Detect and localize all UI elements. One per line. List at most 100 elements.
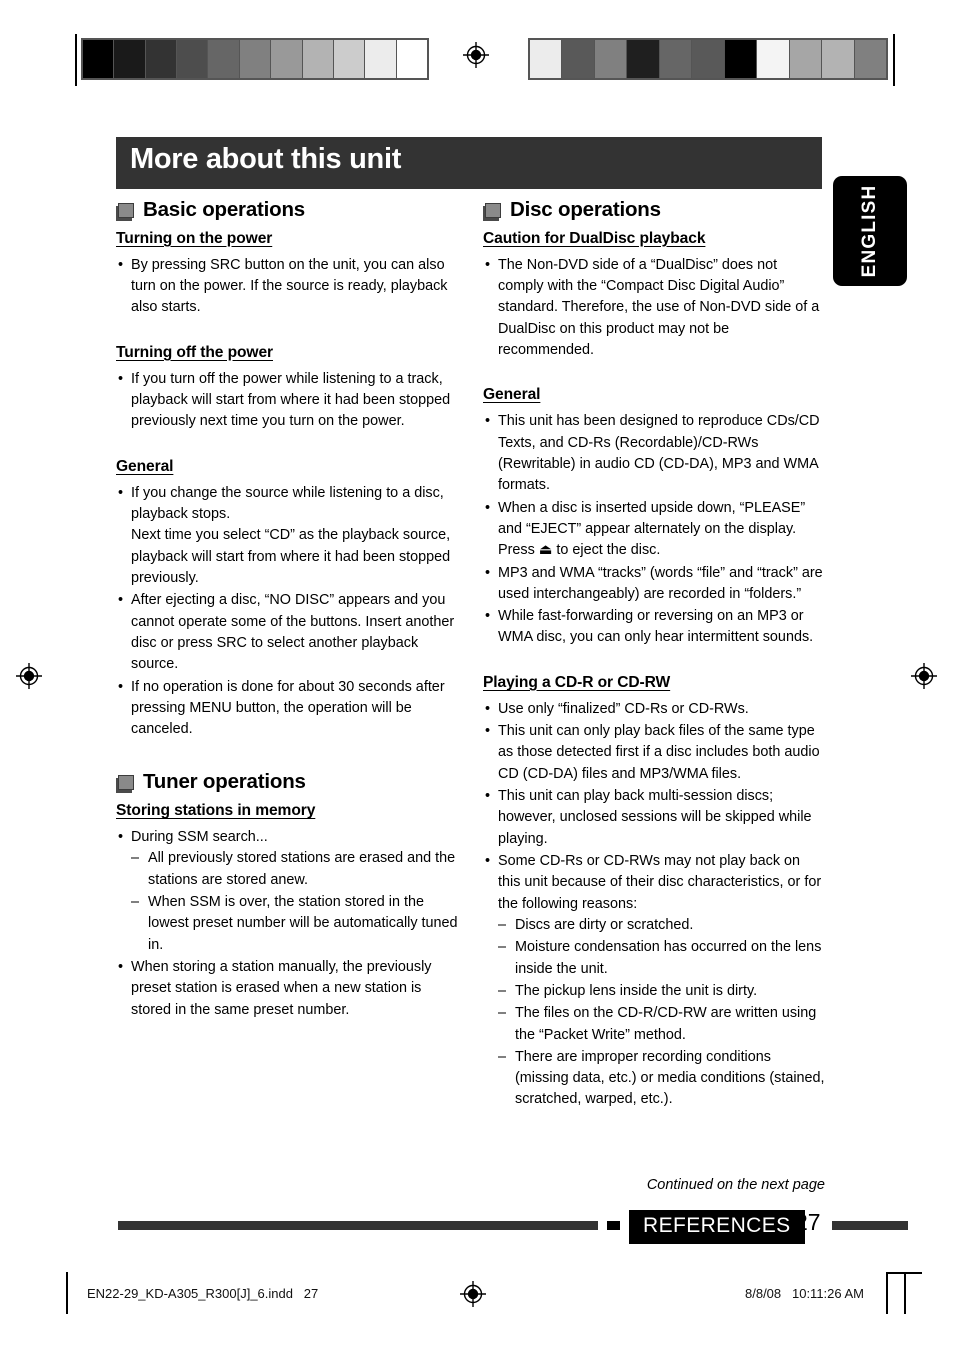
bullet-marker-icon: • xyxy=(485,413,491,430)
section-heading: Tuner operations xyxy=(116,768,458,795)
dash-marker-icon: – xyxy=(498,916,507,933)
bullet-text: By pressing SRC button on the unit, you … xyxy=(131,256,448,316)
calibration-swatch xyxy=(789,40,823,78)
bullet-list: • By pressing SRC button on the unit, you… xyxy=(116,255,458,319)
bullet-list: • The Non-DVD side of a “DualDisc” does n… xyxy=(483,255,825,362)
bullet-text: MP3 and WMA “tracks” (words “file” and “… xyxy=(498,564,823,602)
calibration-swatch xyxy=(302,40,334,78)
calibration-swatch xyxy=(757,40,790,78)
bullet-text: When storing a station manually, the pre… xyxy=(131,959,432,1018)
section-title: Tuner operations xyxy=(143,770,306,794)
calibration-swatch xyxy=(659,40,693,78)
bullet-text: If you turn off the power while listenin… xyxy=(131,370,451,430)
bullet-marker-icon: • xyxy=(485,853,491,870)
bullet-text: After ejecting a disc, “NO DISC” appears… xyxy=(131,592,455,673)
bullet-item: • If no operation is done for about 30 se… xyxy=(116,677,458,741)
sub-bullet-item: – When SSM is over, the station stored in… xyxy=(131,892,458,956)
sub-bullet-list: – All previously stored stations are eras… xyxy=(131,848,458,956)
calibration-swatch xyxy=(114,40,146,78)
calibration-swatch xyxy=(333,40,366,78)
bullet-text: This unit can only play back files of th… xyxy=(498,723,820,782)
bullet-list: • If you turn off the power while listeni… xyxy=(116,369,458,433)
registration-mark-right xyxy=(911,663,937,689)
bullet-marker-icon: • xyxy=(118,678,124,695)
calibration-swatch xyxy=(627,40,660,78)
bullet-marker-icon: • xyxy=(485,723,491,740)
dash-marker-icon: – xyxy=(498,982,507,999)
bullet-item: • By pressing SRC button on the unit, you… xyxy=(116,255,458,319)
language-side-tab-label: ENGLISH xyxy=(859,184,880,278)
bullet-item: • This unit can play back multi-session d… xyxy=(483,786,825,850)
language-side-tab: ENGLISH xyxy=(833,176,907,286)
bullet-text: The Non-DVD side of a “DualDisc” does no… xyxy=(498,256,820,358)
bullet-item: • If you change the source while listenin… xyxy=(116,483,458,590)
calibration-swatch xyxy=(822,40,855,78)
subsection-heading: Turning off the power xyxy=(116,343,273,361)
footer-section-badge: REFERENCES xyxy=(629,1210,805,1244)
continued-note: Continued on the next page xyxy=(646,1177,825,1193)
bullet-list: • Use only “finalized” CD-Rs or CD-RWs. • T… xyxy=(483,699,825,1111)
bullet-text: When a disc is inserted upside down, “PL… xyxy=(498,499,806,559)
bullet-marker-icon: • xyxy=(485,564,491,581)
dash-marker-icon: – xyxy=(131,850,140,867)
bullet-item: • Use only “finalized” CD-Rs or CD-RWs. xyxy=(483,699,825,720)
sub-bullet-item: – Discs are dirty or scratched. xyxy=(498,915,825,936)
bullet-text: The pickup lens inside the unit is dirty… xyxy=(515,982,758,999)
section-heading: Basic operations xyxy=(116,196,458,223)
bullet-marker-icon: • xyxy=(118,829,124,846)
sub-bullet-item: – The pickup lens inside the unit is dirt… xyxy=(498,981,825,1002)
bullet-marker-icon: • xyxy=(485,608,491,625)
section-heading: Disc operations xyxy=(483,196,825,223)
crop-mark-bottom-right-horizontal xyxy=(886,1272,922,1274)
sub-bullet-item: – The files on the CD-R/CD-RW are written… xyxy=(498,1003,825,1046)
bullet-text: If no operation is done for about 30 sec… xyxy=(131,678,445,738)
calibration-swatch xyxy=(562,40,595,78)
bullet-marker-icon: • xyxy=(118,484,124,501)
footer-rule-left xyxy=(118,1221,598,1230)
subsection-heading: Turning on the power xyxy=(116,229,273,247)
dash-marker-icon: – xyxy=(498,1005,507,1022)
calibration-swatch xyxy=(83,40,115,78)
square-marker-icon xyxy=(116,775,135,794)
bullet-text: Use only “finalized” CD-Rs or CD-RWs. xyxy=(498,700,749,717)
crop-mark-top-right xyxy=(893,34,895,86)
bullet-item: • MP3 and WMA “tracks” (words “file” and … xyxy=(483,563,825,606)
bullet-item: • The Non-DVD side of a “DualDisc” does n… xyxy=(483,255,825,362)
dash-marker-icon: – xyxy=(131,894,140,911)
print-timestamp: 8/8/08 10:11:26 AM xyxy=(745,1286,865,1301)
subsection-heading: General xyxy=(483,386,541,404)
calibration-swatch xyxy=(145,40,178,78)
sub-bullet-item: – All previously stored stations are eras… xyxy=(131,848,458,891)
bullet-marker-icon: • xyxy=(118,370,124,387)
bullet-marker-icon: • xyxy=(485,788,491,805)
section-title: Basic operations xyxy=(143,198,305,221)
sub-bullet-item: – There are improper recording conditions… xyxy=(498,1047,825,1111)
bullet-item: • This unit can only play back files of t… xyxy=(483,721,825,785)
bullet-list: • During SSM search... – All previously sto… xyxy=(116,827,458,1021)
dash-marker-icon: – xyxy=(498,939,507,956)
subsection-heading: General xyxy=(116,457,174,475)
bullet-text: When SSM is over, the station stored in … xyxy=(148,894,458,953)
subsection-heading: Caution for DualDisc playback xyxy=(483,229,706,247)
bullet-item: • While fast-forwarding or reversing on a… xyxy=(483,606,825,649)
calibration-swatch xyxy=(239,40,272,78)
crop-mark-top-left xyxy=(75,34,77,86)
bullet-text: This unit has been designed to reproduce… xyxy=(498,413,820,494)
calibration-swatch xyxy=(692,40,725,78)
calibration-swatch xyxy=(594,40,628,78)
sub-bullet-item: – Moisture condensation has occurred on t… xyxy=(498,937,825,980)
bullet-marker-icon: • xyxy=(118,256,124,273)
page-number: 27 xyxy=(795,1209,821,1235)
bullet-text: All previously stored stations are erase… xyxy=(148,850,456,888)
registration-mark-bottom xyxy=(460,1281,486,1307)
left-column: Basic operations Turning on the power • By … xyxy=(116,196,458,1022)
bullet-marker-icon: • xyxy=(485,499,491,516)
footer-rule-dash xyxy=(607,1221,620,1230)
bullet-text: Some CD-Rs or CD-RWs may not play back o… xyxy=(498,853,822,912)
bullet-list: • If you change the source while listenin… xyxy=(116,483,458,741)
calibration-swatch xyxy=(724,40,758,78)
subsection-heading: Playing a CD-R or CD-RW xyxy=(483,673,671,691)
right-column: Disc operations Caution for DualDisc play… xyxy=(483,196,825,1112)
calibration-swatch xyxy=(854,40,886,78)
bullet-item: • This unit has been designed to reproduc… xyxy=(483,411,825,496)
